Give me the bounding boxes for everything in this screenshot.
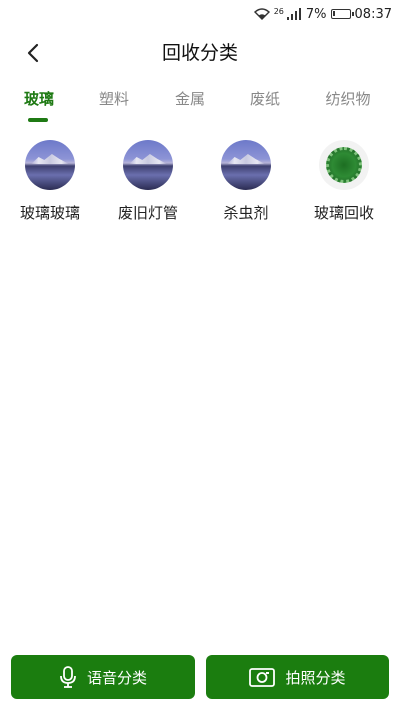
photo-classify-button[interactable]: 拍照分类 bbox=[206, 655, 389, 699]
camera-icon bbox=[249, 667, 276, 687]
tab-plastic[interactable]: 塑料 bbox=[98, 88, 130, 124]
tab-metal[interactable]: 金属 bbox=[174, 88, 206, 124]
header: 回收分类 bbox=[0, 28, 400, 78]
voice-classify-label: 语音分类 bbox=[86, 668, 147, 687]
chevron-left-icon bbox=[27, 43, 39, 63]
item-thumbnail bbox=[221, 140, 271, 190]
item-thumbnail bbox=[25, 140, 75, 190]
clock: 08:37 bbox=[354, 6, 392, 22]
category-tabs: 玻璃 塑料 金属 废纸 纺织物 bbox=[0, 88, 400, 124]
voice-classify-button[interactable]: 语音分类 bbox=[11, 655, 195, 699]
list-item[interactable]: 玻璃回收 bbox=[295, 140, 393, 230]
item-label: 玻璃回收 bbox=[313, 204, 374, 222]
battery-icon bbox=[330, 9, 354, 19]
list-item[interactable]: 玻璃玻璃 bbox=[1, 140, 99, 230]
list-item[interactable]: 杀虫剂 bbox=[197, 140, 295, 230]
item-label: 玻璃玻璃 bbox=[19, 204, 80, 222]
item-thumbnail bbox=[319, 140, 369, 190]
signal-icon bbox=[286, 8, 301, 20]
tab-textile[interactable]: 纺织物 bbox=[324, 88, 372, 124]
page-title: 回收分类 bbox=[161, 42, 238, 64]
item-thumbnail bbox=[123, 140, 173, 190]
network-type: 26 bbox=[273, 6, 284, 16]
battery-percent: 7% bbox=[305, 6, 327, 22]
item-label: 杀虫剂 bbox=[223, 204, 269, 222]
wifi-icon bbox=[253, 8, 270, 20]
microphone-icon bbox=[59, 666, 77, 688]
active-tab-indicator bbox=[28, 118, 48, 122]
photo-classify-label: 拍照分类 bbox=[285, 668, 346, 687]
tab-paper[interactable]: 废纸 bbox=[249, 88, 281, 124]
list-item[interactable]: 废旧灯管 bbox=[99, 140, 197, 230]
back-button[interactable] bbox=[18, 38, 48, 68]
item-label: 废旧灯管 bbox=[117, 204, 178, 222]
status-bar: 26 7% 08:37 bbox=[0, 0, 400, 28]
